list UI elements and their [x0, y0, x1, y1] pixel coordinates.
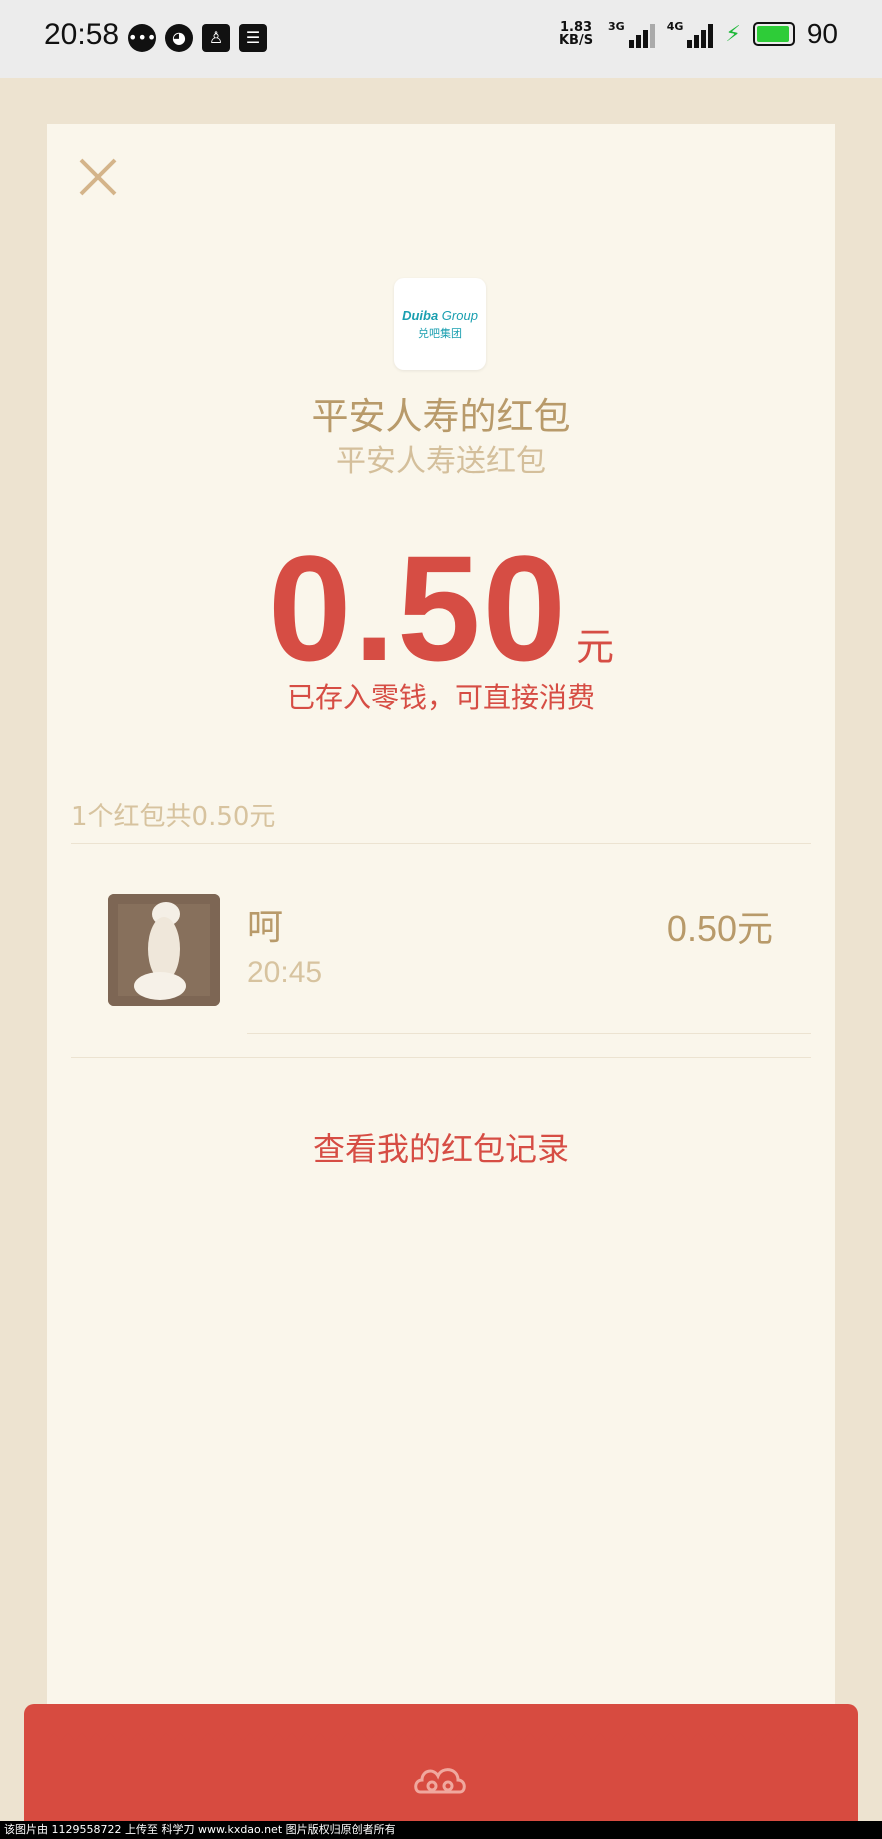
avatar [108, 894, 220, 1006]
message-icon: ••• [128, 24, 156, 52]
network-speed: 1.83 KB/S [556, 21, 596, 47]
watermark-caption: 该图片由 1129558722 上传至 科学刀 www.kxdao.net 图片… [0, 1821, 882, 1839]
status-time: 20:58 [44, 18, 120, 51]
received-time: 20:45 [247, 956, 323, 989]
red-packet-detail-card: Duiba Group 兑吧集团 平安人寿的红包 平安人寿送红包 0.50 元 已… [47, 124, 835, 1744]
received-amount: 0.50元 [666, 908, 773, 949]
amount-value: 0.50 [268, 524, 568, 692]
battery-level: 90 [806, 18, 838, 49]
amount-unit: 元 [575, 625, 614, 669]
cloud-emblem-icon [414, 1768, 466, 1794]
charging-icon: ⚡ [725, 21, 741, 47]
signal-3g-icon: 3G [608, 20, 655, 48]
battery-icon [752, 22, 795, 46]
wechat-icon: ◕ [165, 24, 193, 52]
notification-icons: ••• ◕ ♙ ☰ [128, 24, 267, 52]
zigzag-edge [47, 1733, 835, 1753]
amount-display: 0.50 元 [47, 522, 835, 695]
signal-3g-label: 3G [608, 20, 625, 33]
deposit-note: 已存入零钱，可直接消费 [286, 681, 595, 714]
divider [71, 1057, 811, 1058]
sender-name: 呵 [247, 907, 284, 948]
list-item[interactable]: 呵 20:45 0.50元 [47, 844, 835, 1034]
packet-title: 平安人寿的红包 [311, 395, 571, 438]
status-bar: 20:58 ••• ◕ ♙ ☰ 1.83 KB/S 3G 4G ⚡ 90 [0, 0, 882, 78]
row-divider [247, 1033, 811, 1034]
signal-4g-label: 4G [666, 20, 684, 33]
packet-subtitle: 平安人寿送红包 [336, 444, 546, 479]
signal-4g-icon: 4G [667, 20, 714, 48]
status-right: 1.83 KB/S 3G 4G ⚡ 90 [556, 18, 838, 50]
qq-icon: ♙ [202, 24, 230, 52]
logo-wordmark: Duiba Group [402, 307, 478, 323]
logo-subtext: 兑吧集团 [418, 326, 462, 340]
sender-logo: Duiba Group 兑吧集团 [394, 278, 486, 370]
close-icon[interactable] [75, 154, 121, 200]
list-icon: ☰ [239, 24, 267, 52]
network-speed-unit: KB/S [558, 33, 594, 48]
view-records-link[interactable]: 查看我的红包记录 [47, 1124, 835, 1170]
packet-summary: 1个红包共0.50元 [71, 802, 276, 832]
